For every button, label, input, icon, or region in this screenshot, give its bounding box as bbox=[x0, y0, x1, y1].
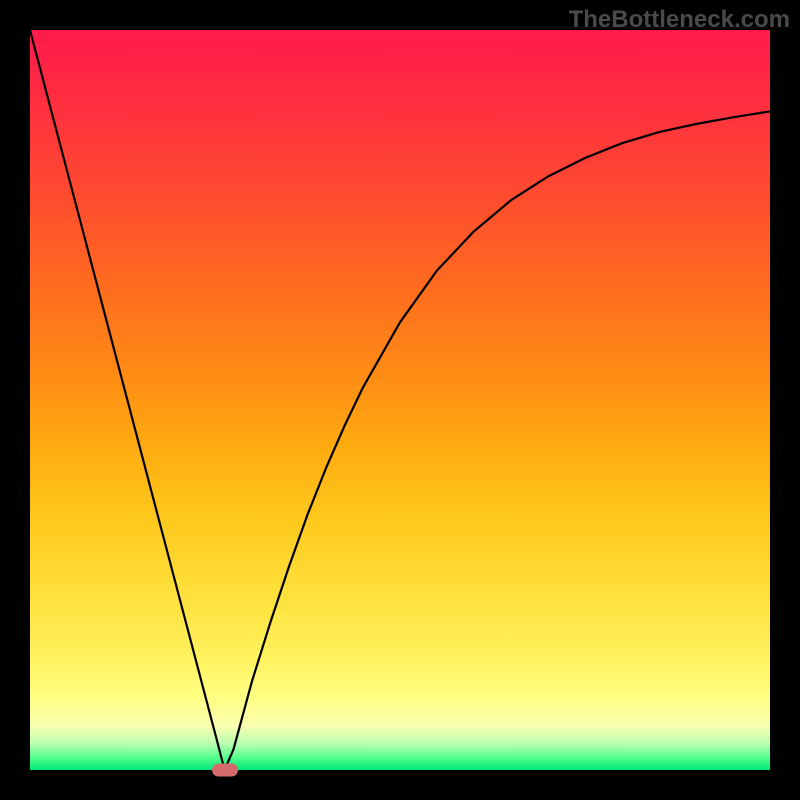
bottleneck-curve bbox=[30, 30, 770, 770]
watermark-label: TheBottleneck.com bbox=[569, 6, 790, 34]
chart-outer-frame: TheBottleneck.com bbox=[0, 0, 800, 800]
minimum-marker bbox=[212, 764, 238, 777]
chart-plot-area bbox=[30, 30, 770, 770]
